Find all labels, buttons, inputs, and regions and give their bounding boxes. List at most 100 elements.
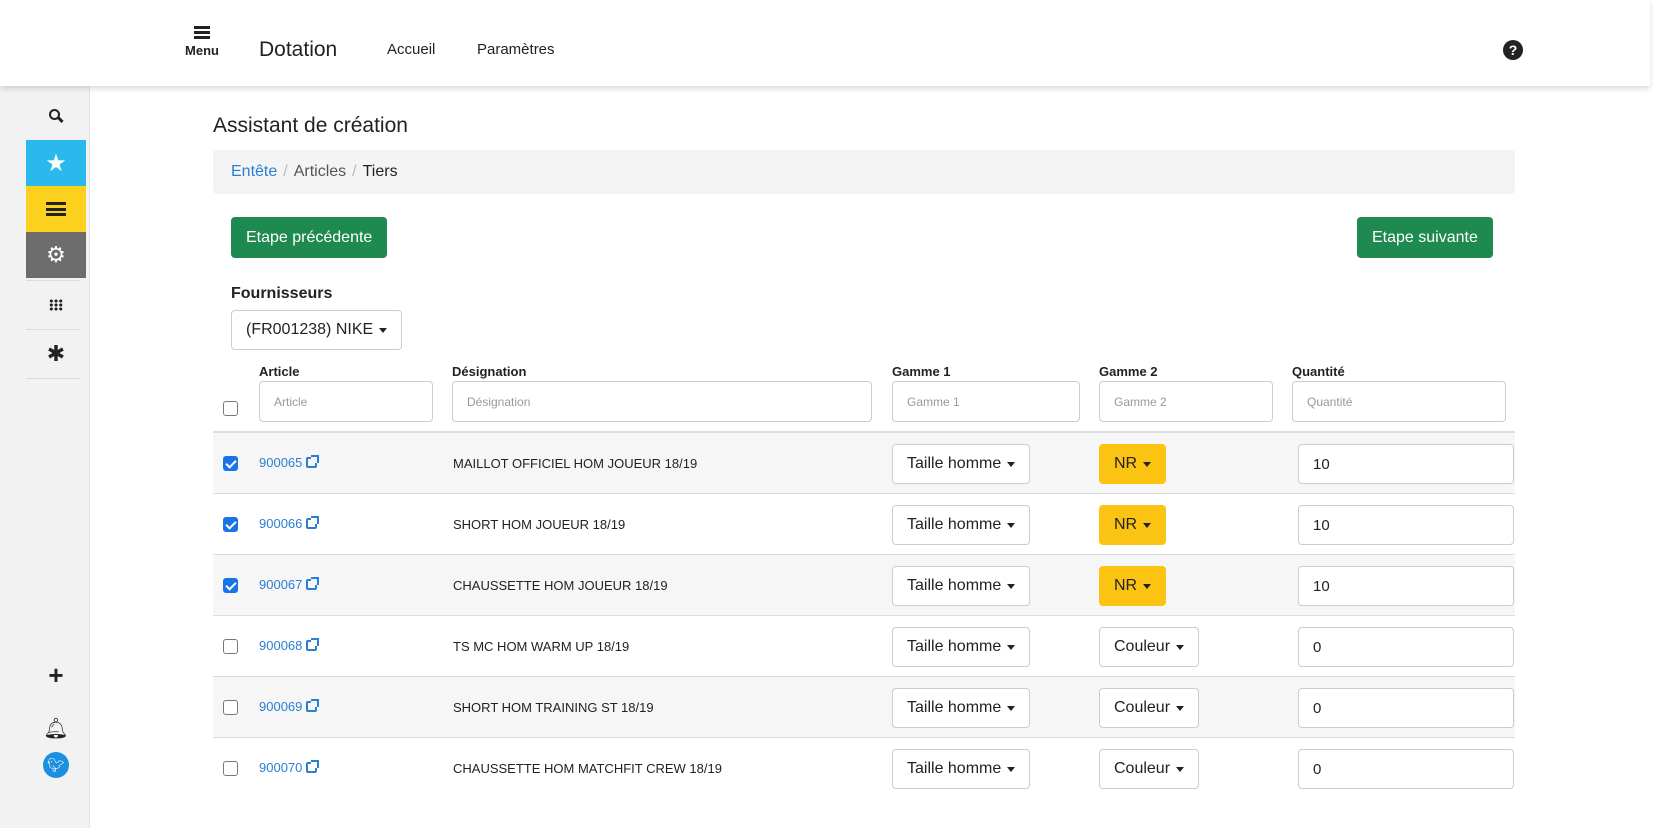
row-checkbox[interactable]	[223, 761, 238, 776]
article-link[interactable]: 900067	[259, 577, 320, 592]
gamme1-filter-input[interactable]	[892, 381, 1080, 422]
quantity-input[interactable]	[1298, 505, 1514, 545]
row-checkbox[interactable]	[223, 639, 238, 654]
settings-button[interactable]: ⚙	[26, 232, 86, 278]
quantity-input[interactable]	[1298, 627, 1514, 667]
article-link[interactable]: 900066	[259, 516, 320, 531]
column-header-gamme1: Gamme 1	[892, 364, 951, 379]
sidebar-divider	[26, 378, 80, 379]
designation-cell: CHAUSSETTE HOM JOUEUR 18/19	[453, 578, 668, 593]
suppliers-label: Fournisseurs	[231, 285, 333, 302]
quantity-input[interactable]	[1298, 749, 1514, 789]
article-filter-input[interactable]	[259, 381, 433, 422]
article-link[interactable]: 900070	[259, 760, 320, 775]
gamme2-select[interactable]: NR	[1099, 566, 1167, 606]
gamme2-select[interactable]: Couleur	[1099, 749, 1200, 789]
breadcrumb-separator: /	[283, 163, 288, 180]
app-title: Dotation	[259, 38, 338, 61]
next-step-button[interactable]: Etape suivante	[1357, 217, 1493, 258]
bell-icon: 🔔︎	[43, 717, 69, 740]
table-row: 900068 TS MC HOM WARM UP 18/19 Taille ho…	[213, 616, 1515, 677]
sidebar: ★ ⚙ ✱ + 🔔︎ 🐦︎	[0, 86, 90, 828]
quantite-filter-input[interactable]	[1292, 381, 1506, 422]
supplier-selected-value: (FR001238) NIKE	[246, 321, 374, 338]
designation-cell: SHORT HOM TRAINING ST 18/19	[453, 700, 654, 715]
gamme1-select[interactable]: Taille homme	[892, 566, 1031, 606]
column-header-designation: Désignation	[452, 364, 527, 379]
row-checkbox[interactable]	[223, 517, 238, 532]
breadcrumb-tiers: Tiers	[362, 163, 398, 180]
gamme1-select[interactable]: Taille homme	[892, 749, 1031, 789]
apps-button[interactable]	[26, 282, 86, 328]
caret-down-icon	[1007, 583, 1016, 589]
column-header-gamme2: Gamme 2	[1099, 364, 1158, 379]
designation-cell: TS MC HOM WARM UP 18/19	[453, 639, 630, 654]
caret-down-icon	[1007, 461, 1016, 467]
table-row: 900067 CHAUSSETTE HOM JOUEUR 18/19 Taill…	[213, 555, 1515, 616]
gamme1-select[interactable]: Taille homme	[892, 627, 1031, 667]
external-link-icon	[306, 455, 320, 468]
designation-cell: SHORT HOM JOUEUR 18/19	[453, 517, 626, 532]
caret-down-icon	[1176, 644, 1185, 650]
gamme2-select[interactable]: NR	[1099, 505, 1167, 545]
column-header-article: Article	[259, 364, 300, 379]
external-link-icon	[306, 577, 320, 590]
caret-down-icon	[1143, 461, 1152, 467]
caret-down-icon	[1143, 583, 1152, 589]
caret-down-icon	[1143, 522, 1152, 528]
favorites-button[interactable]: ★	[26, 140, 86, 186]
nav-link-parametres[interactable]: Paramètres	[477, 41, 555, 58]
help-icon[interactable]: ?	[1503, 40, 1523, 60]
gear-icon: ⚙	[46, 242, 66, 267]
page-title: Assistant de création	[213, 114, 408, 137]
nav-link-accueil[interactable]: Accueil	[387, 41, 435, 58]
gamme1-select[interactable]: Taille homme	[892, 444, 1031, 484]
external-link-icon	[306, 760, 320, 773]
caret-down-icon	[379, 327, 388, 333]
quantity-input[interactable]	[1298, 688, 1514, 728]
designation-cell: MAILLOT OFFICIEL HOM JOUEUR 18/19	[453, 456, 698, 471]
caret-down-icon	[1176, 705, 1185, 711]
sidebar-divider	[26, 329, 80, 330]
row-checkbox[interactable]	[223, 456, 238, 471]
row-checkbox[interactable]	[223, 578, 238, 593]
asterisk-button[interactable]: ✱	[26, 331, 86, 377]
grid-icon	[49, 299, 63, 311]
gamme2-select[interactable]: Couleur	[1099, 627, 1200, 667]
gamme2-select[interactable]: NR	[1099, 444, 1167, 484]
article-link[interactable]: 900068	[259, 638, 320, 653]
breadcrumb: Entête / Articles / Tiers	[213, 150, 1515, 194]
external-link-icon	[306, 516, 320, 529]
quantity-input[interactable]	[1298, 566, 1514, 606]
previous-step-button[interactable]: Etape précédente	[231, 217, 388, 258]
add-button[interactable]: +	[26, 652, 86, 698]
list-button[interactable]	[26, 186, 86, 232]
article-link[interactable]: 900065	[259, 455, 320, 470]
table-row: 900066 SHORT HOM JOUEUR 18/19 Taille hom…	[213, 494, 1515, 555]
hamburger-icon	[194, 26, 210, 39]
external-link-icon	[306, 638, 320, 651]
designation-cell: CHAUSSETTE HOM MATCHFIT CREW 18/19	[453, 761, 722, 776]
caret-down-icon	[1007, 766, 1016, 772]
menu-button[interactable]: Menu	[180, 26, 224, 58]
search-button[interactable]	[26, 93, 86, 139]
gamme2-select[interactable]: Couleur	[1099, 688, 1200, 728]
gamme1-select[interactable]: Taille homme	[892, 688, 1031, 728]
gamme1-select[interactable]: Taille homme	[892, 505, 1031, 545]
designation-filter-input[interactable]	[452, 381, 872, 422]
column-header-quantite: Quantité	[1292, 364, 1345, 379]
breadcrumb-separator: /	[352, 163, 357, 180]
breadcrumb-entete[interactable]: Entête	[231, 163, 277, 180]
gamme2-filter-input[interactable]	[1099, 381, 1273, 422]
top-bar: Menu Dotation Accueil Paramètres ?	[0, 0, 1650, 86]
row-checkbox[interactable]	[223, 700, 238, 715]
select-all-checkbox[interactable]	[223, 401, 238, 416]
list-icon	[46, 202, 66, 216]
plus-icon: +	[48, 659, 64, 690]
quantity-input[interactable]	[1298, 444, 1514, 484]
article-link[interactable]: 900069	[259, 699, 320, 714]
twitter-button[interactable]: 🐦︎	[26, 742, 86, 788]
asterisk-icon: ✱	[46, 341, 66, 366]
breadcrumb-articles: Articles	[293, 163, 347, 180]
supplier-select[interactable]: (FR001238) NIKE	[231, 310, 403, 350]
